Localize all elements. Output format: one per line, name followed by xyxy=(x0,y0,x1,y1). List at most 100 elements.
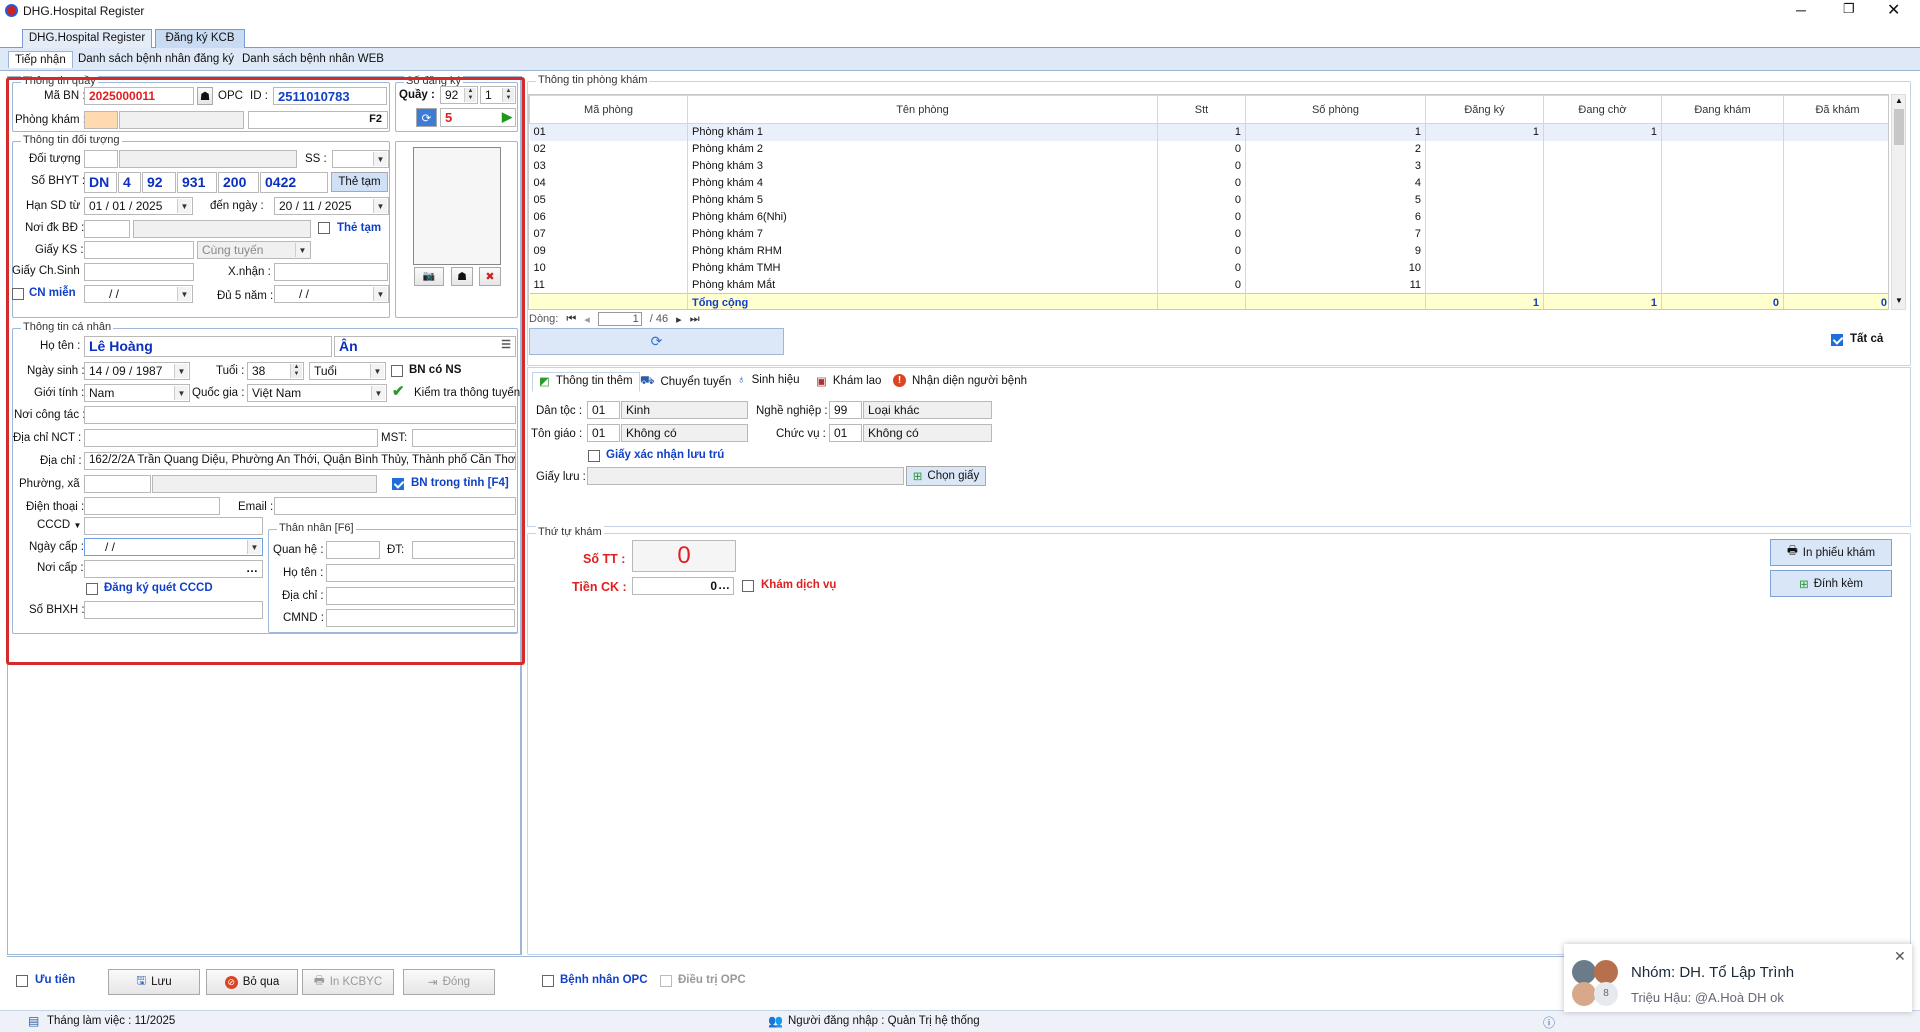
total-da-kham: 0 xyxy=(1783,293,1888,309)
skip-button[interactable]: ⊘ Bỏ qua xyxy=(206,969,298,995)
table-cell xyxy=(1783,140,1888,158)
last-page-icon[interactable]: ⏭ xyxy=(690,313,700,326)
table-cell xyxy=(1425,242,1544,260)
status-bar: ▤ Tháng làm việc : 11/2025 👥 Người đăng … xyxy=(0,1010,1920,1032)
tat-ca-label: Tất cả xyxy=(1850,333,1884,345)
dinh-kem-label: Đính kèm xyxy=(1813,577,1863,590)
table-row[interactable]: 04 Phòng khám 404 xyxy=(529,174,1888,192)
table-cell: Phòng khám 4 xyxy=(687,174,1158,192)
minimize-icon[interactable]: ─ xyxy=(1796,2,1806,18)
close-window-icon[interactable]: ✕ xyxy=(1887,0,1900,20)
ton-giao-code[interactable]: 01 xyxy=(587,424,620,442)
nghe-nghiep-label: Nghề nghiệp : xyxy=(756,405,828,417)
chuc-vu-label: Chức vụ : xyxy=(776,428,826,440)
kham-dich-vu-checkbox[interactable] xyxy=(742,580,754,592)
group-avatar: 8 xyxy=(1572,960,1622,1006)
chon-giay-button[interactable]: ⊞ Chọn giấy xyxy=(906,466,986,486)
prev-page-icon[interactable]: ◂ xyxy=(584,313,590,326)
tab-tiep-nhan[interactable]: Tiếp nhận xyxy=(8,51,73,68)
member-count-badge: 8 xyxy=(1594,982,1618,1006)
tab-sinh-hieu[interactable]: ♁ Sinh hiệu xyxy=(737,374,800,386)
reload-table-button[interactable]: ⟳ xyxy=(529,328,784,355)
first-page-icon[interactable]: ⏮ xyxy=(566,313,576,326)
col-da-kham[interactable]: Đã khám xyxy=(1783,95,1888,124)
total-dang-kham: 0 xyxy=(1661,293,1784,309)
stethoscope-icon: ♁ xyxy=(737,374,746,386)
total-empty xyxy=(529,293,688,309)
col-dang-ky[interactable]: Đăng ký xyxy=(1425,95,1544,124)
table-row[interactable]: 09 Phòng khám RHM 0 9 xyxy=(529,242,1888,260)
dinh-kem-button[interactable]: ⊞ Đính kèm xyxy=(1770,570,1892,597)
uu-tien-checkbox[interactable] xyxy=(16,975,28,987)
close-toast-icon[interactable]: ✕ xyxy=(1894,948,1906,965)
tat-ca-checkbox[interactable] xyxy=(1831,334,1843,346)
col-dang-cho[interactable]: Đang chờ xyxy=(1543,95,1662,124)
table-row[interactable]: 11 Phòng khám Mắt 0 11 xyxy=(529,276,1888,294)
tab-nhan-dien[interactable]: ! Nhận diện người bệnh xyxy=(893,374,1027,387)
scroll-up-icon[interactable]: ▲ xyxy=(1895,96,1903,105)
col-ten-phong[interactable]: Tên phòng xyxy=(687,95,1158,124)
toast-title: Nhóm: DH. Tổ Lập Trình xyxy=(1631,964,1795,981)
bn-opc-checkbox[interactable] xyxy=(542,975,554,987)
maximize-icon[interactable]: ❐ xyxy=(1843,1,1855,17)
table-row[interactable]: 10 Phòng khám TMH 0 10 xyxy=(529,259,1888,277)
scroll-thumb[interactable] xyxy=(1894,109,1904,145)
tag-icon: ◩ xyxy=(539,376,550,388)
dan-toc-code[interactable]: 01 xyxy=(587,401,620,419)
table-scrollbar[interactable]: ▲ ▼ xyxy=(1891,94,1906,310)
notification-toast[interactable]: 8 Nhóm: DH. Tổ Lập Trình Triệu Hậu: @A.H… xyxy=(1564,944,1912,1012)
page-field[interactable]: 1 xyxy=(597,312,642,326)
tien-ck-field[interactable]: 0… xyxy=(632,577,734,595)
table-cell xyxy=(1425,276,1544,294)
col-so-phong[interactable]: Số phòng xyxy=(1245,95,1426,124)
table-cell: 06 xyxy=(529,208,688,226)
scroll-down-icon[interactable]: ▼ xyxy=(1895,296,1903,305)
so-tt-display: 0 xyxy=(632,540,736,572)
table-row[interactable]: 06 Phòng khám 6(Nhi) 0 6 xyxy=(529,208,1888,226)
table-row[interactable]: 01 Phòng khám 11111 xyxy=(529,123,1888,141)
table-cell xyxy=(1661,191,1784,209)
col-ma-phong[interactable]: Mã phòng xyxy=(529,95,688,124)
skip-label: Bỏ qua xyxy=(242,976,280,988)
table-cell: 0 xyxy=(1157,208,1246,226)
kham-dich-vu-label: Khám dịch vụ xyxy=(761,579,837,591)
table-row[interactable]: 07 Phòng khám 707 xyxy=(529,225,1888,243)
so-tt-label: Số TT : xyxy=(583,552,626,566)
tab-ds-web[interactable]: Danh sách bệnh nhân WEB xyxy=(242,53,384,65)
table-cell: 10 xyxy=(1245,259,1426,277)
col-stt[interactable]: Stt xyxy=(1157,95,1246,124)
table-cell xyxy=(1783,174,1888,192)
table-row[interactable]: 02 Phòng khám 202 xyxy=(529,140,1888,158)
table-row[interactable]: 05 Phòng khám 505 xyxy=(529,191,1888,209)
next-page-icon[interactable]: ▸ xyxy=(676,313,682,326)
save-button[interactable]: 🖫 Lưu xyxy=(108,969,200,995)
in-phieu-kham-button[interactable]: 🖶 In phiếu khám xyxy=(1770,539,1892,566)
table-cell xyxy=(1783,191,1888,209)
tab-chuyen-tuyen[interactable]: ⛟ Chuyển tuyến xyxy=(640,374,731,389)
room-info-title: Thông tin phòng khám xyxy=(536,74,650,86)
col-dang-kham[interactable]: Đang khám xyxy=(1661,95,1784,124)
lungs-icon: ▣ xyxy=(816,376,827,388)
tab-kham-lao-label: Khám lao xyxy=(832,375,882,387)
table-cell: 0 xyxy=(1157,191,1246,209)
table-cell: 1 xyxy=(1157,123,1246,141)
order-title: Thứ tự khám xyxy=(536,526,604,538)
nghe-nghiep-code[interactable]: 99 xyxy=(829,401,862,419)
in-phieu-label: In phiếu khám xyxy=(1802,546,1876,559)
more-icon[interactable]: … xyxy=(718,578,730,592)
app-icon xyxy=(5,4,18,17)
tab-hospital-register[interactable]: DHG.Hospital Register xyxy=(22,29,152,48)
order-group: Thứ tự khám xyxy=(527,526,1911,955)
giay-xac-nhan-checkbox[interactable] xyxy=(588,450,600,462)
tab-dang-ky-kcb[interactable]: Đăng ký KCB xyxy=(155,29,245,48)
table-cell: 07 xyxy=(529,225,688,243)
table-cell: 03 xyxy=(529,157,688,175)
total-dang-cho: 1 xyxy=(1543,293,1662,309)
tab-ds-dang-ky[interactable]: Danh sách bệnh nhân đăng ký xyxy=(78,53,234,65)
tab-thong-tin-them[interactable]: ◩ Thông tin thêm xyxy=(532,372,640,392)
chuc-vu-code[interactable]: 01 xyxy=(829,424,862,442)
table-cell xyxy=(1543,140,1662,158)
table-cell: 02 xyxy=(529,140,688,158)
table-row[interactable]: 03 Phòng khám 303 xyxy=(529,157,1888,175)
tab-kham-lao[interactable]: ▣ Khám lao xyxy=(816,374,881,388)
